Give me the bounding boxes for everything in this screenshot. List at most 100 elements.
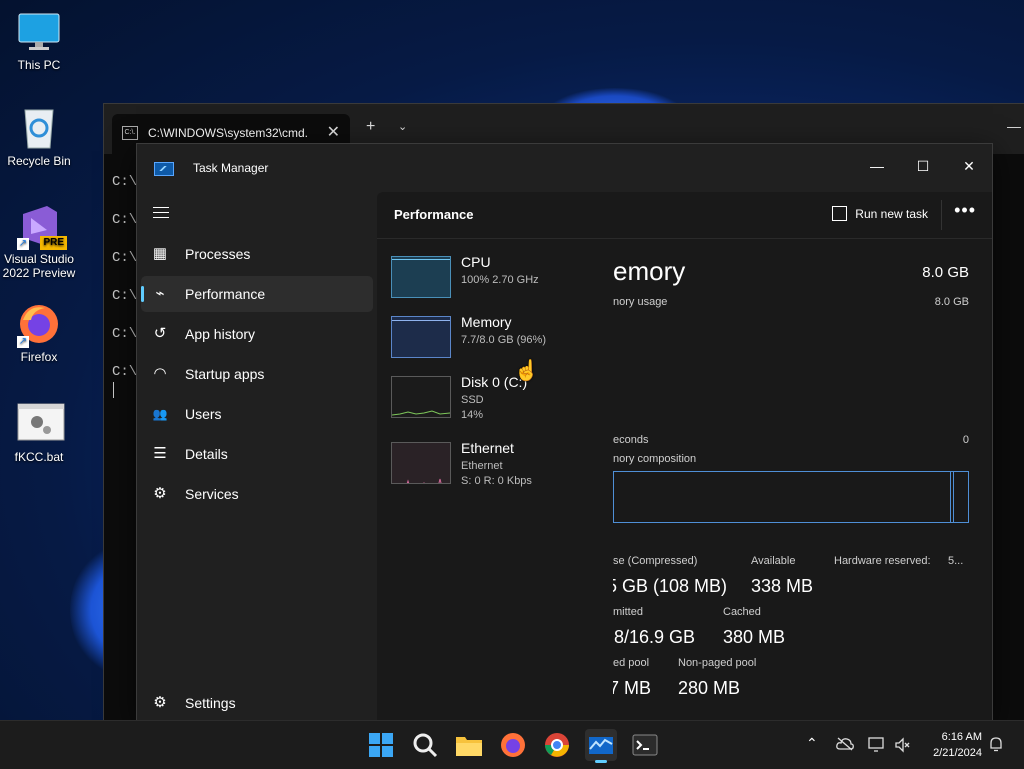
sidebar-item-app-history[interactable]: ↺ App history — [141, 316, 373, 352]
processes-icon: ▦ — [152, 245, 168, 262]
desktop-icon-fkcc-bat[interactable]: fKCC.bat — [0, 402, 78, 464]
network-icon[interactable] — [868, 737, 886, 756]
console-line: C:\ — [112, 364, 138, 380]
page-header: Performance Run new task ••• — [377, 192, 992, 239]
users-icon: 👥 — [152, 407, 168, 421]
time-axis-label: econds — [613, 434, 649, 446]
clock[interactable]: 6:16 AM 2/21/2024 — [933, 729, 982, 761]
resource-disk[interactable]: Disk 0 (C:) SSD 14% — [391, 374, 601, 432]
tab-dropdown-icon[interactable]: ⌄ — [398, 120, 407, 133]
window-title: Task Manager — [193, 161, 269, 175]
desktop-icon-firefox[interactable]: ↗ Firefox — [0, 302, 78, 364]
sidebar-item-label: Users — [185, 406, 222, 422]
batch-file-icon — [17, 402, 65, 446]
volume-muted-icon[interactable] — [894, 737, 912, 756]
resource-cpu[interactable]: CPU 100% 2.70 GHz — [391, 254, 601, 312]
run-task-icon — [832, 206, 848, 221]
sidebar-item-settings[interactable]: ⚙ Settings — [141, 685, 373, 721]
hand-pointer-icon: ☝ — [514, 360, 539, 382]
text-cursor — [113, 382, 114, 398]
stat-label: Non-paged pool — [678, 657, 757, 669]
shortcut-arrow-icon: ↗ — [17, 336, 29, 348]
resource-detail: 100% 2.70 GHz — [461, 274, 539, 286]
search-icon[interactable] — [409, 729, 441, 761]
maximize-button[interactable]: ☐ — [900, 152, 946, 180]
sidebar-item-details[interactable]: ☰ Details — [141, 436, 373, 472]
desktop-icon-label: Recycle Bin — [7, 154, 71, 168]
sidebar: ▦ Processes ⌁ Performance ↺ App history … — [137, 192, 377, 721]
cmd-minimize-button[interactable]: — — [1007, 118, 1021, 134]
run-new-task-button[interactable]: Run new task — [832, 206, 928, 221]
app-history-icon: ↺ — [153, 325, 167, 342]
cmd-tab-title: C:\WINDOWS\system32\cmd. — [148, 126, 309, 140]
file-explorer-icon[interactable] — [453, 729, 485, 761]
sidebar-item-processes[interactable]: ▦ Processes — [141, 236, 373, 272]
usage-label: nory usage — [613, 296, 668, 308]
desktop-icon-visual-studio[interactable]: PRE ↗ Visual Studio 2022 Preview — [0, 204, 78, 280]
memory-composition-bar — [613, 471, 969, 523]
desktop-icon-label: This PC — [17, 58, 61, 72]
console-line: C:\ — [112, 288, 138, 304]
resource-memory[interactable]: Memory 7.7/8.0 GB (96%) — [391, 314, 601, 372]
firefox-icon: ↗ — [17, 302, 61, 348]
time-axis-right: 0 — [962, 434, 969, 446]
console-line: C:\ — [112, 174, 138, 190]
new-tab-button[interactable]: + — [366, 118, 375, 136]
stat-label: Available — [751, 555, 796, 567]
stat-value: .8/16.9 GB — [613, 627, 696, 647]
run-new-task-label: Run new task — [855, 207, 928, 221]
close-tab-icon[interactable]: ✕ — [327, 122, 340, 142]
header-divider — [941, 200, 942, 230]
page-title: Performance — [394, 207, 474, 222]
sidebar-item-startup-apps[interactable]: ◠ Startup apps — [141, 356, 373, 392]
sidebar-item-label: App history — [185, 326, 256, 342]
resource-detail: Ethernet — [461, 460, 503, 472]
stat-label: Cached — [723, 606, 761, 618]
desktop-icon-label: fKCC.bat — [14, 450, 64, 464]
memory-detail-pane: emory 8.0 GB nory usage 8.0 GB econds 0 … — [613, 252, 969, 712]
memory-mini-graph — [391, 316, 451, 358]
console-output[interactable]: C:\ C:\ C:\ C:\ C:\ C:\ — [112, 174, 137, 402]
task-manager-window[interactable]: Task Manager — ☐ ✕ ▦ Processes ⌁ Perform… — [136, 143, 993, 722]
cmd-icon: C:\. — [122, 126, 138, 140]
hamburger-menu-icon[interactable] — [153, 207, 169, 222]
close-button[interactable]: ✕ — [946, 152, 992, 180]
chrome-icon[interactable] — [541, 729, 573, 761]
sidebar-item-label: Startup apps — [185, 366, 265, 382]
minimize-button[interactable]: — — [854, 152, 900, 180]
more-options-icon[interactable]: ••• — [954, 200, 976, 221]
resource-detail: SSD — [461, 394, 484, 406]
show-hidden-icons-chevron[interactable]: ⌃ — [806, 735, 818, 752]
onedrive-icon[interactable] — [836, 737, 854, 754]
visual-studio-icon: PRE ↗ — [17, 204, 67, 250]
taskbar: ⌃ 6:16 AM 2/21/2024 — [0, 720, 1024, 769]
notification-bell-icon[interactable] — [988, 736, 1004, 755]
stat-label: Hardware reserved: — [834, 555, 931, 567]
sidebar-item-label: Services — [185, 486, 239, 502]
stat-value: 5 GB (108 MB) — [613, 576, 728, 596]
monitor-icon — [17, 10, 61, 54]
startup-apps-icon: ◠ — [153, 365, 167, 382]
preview-badge: PRE — [40, 236, 67, 250]
desktop-icon-recycle-bin[interactable]: Recycle Bin — [0, 106, 78, 168]
firefox-icon[interactable] — [497, 729, 529, 761]
console-line: C:\ — [112, 250, 138, 266]
desktop-icon-this-pc[interactable]: This PC — [0, 10, 78, 72]
sidebar-item-users[interactable]: 👥 Users — [141, 396, 373, 432]
resource-ethernet[interactable]: Ethernet Ethernet S: 0 R: 0 Kbps — [391, 440, 601, 498]
composition-divider — [950, 472, 951, 522]
composition-label: nory composition — [613, 453, 697, 465]
terminal-icon[interactable] — [629, 729, 661, 761]
desktop-icon-label: Firefox — [20, 350, 58, 364]
task-manager-icon[interactable] — [585, 729, 617, 763]
recycle-bin-icon — [17, 106, 61, 150]
title-bar[interactable]: Task Manager — ☐ ✕ — [137, 144, 992, 192]
stat-value: 338 MB — [751, 576, 814, 596]
usage-max-label: 8.0 GB — [934, 296, 969, 308]
services-icon: ⚙ — [153, 485, 167, 502]
cpu-mini-graph — [391, 256, 451, 298]
sidebar-item-services[interactable]: ⚙ Services — [141, 476, 373, 512]
start-icon[interactable] — [365, 729, 397, 761]
resource-detail: 14% — [461, 409, 484, 421]
sidebar-item-performance[interactable]: ⌁ Performance — [141, 276, 373, 312]
